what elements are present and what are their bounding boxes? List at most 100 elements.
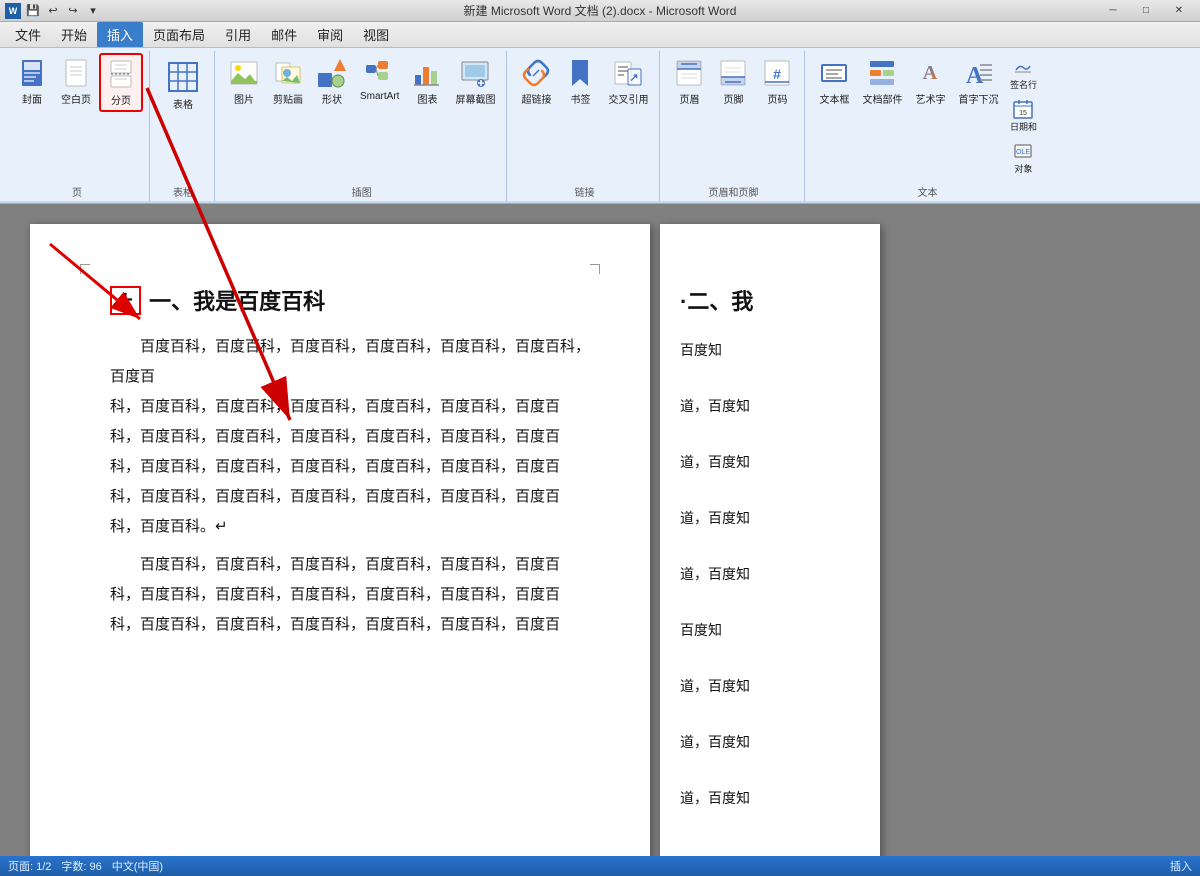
object-btn[interactable]: OLE 对象 bbox=[1005, 137, 1041, 178]
pagebreak-icon bbox=[105, 58, 137, 90]
chart-btn[interactable]: 图表 bbox=[406, 53, 448, 110]
object-label: 对象 bbox=[1014, 162, 1032, 175]
text-group-label: 文本 bbox=[813, 181, 1041, 199]
crossref-label: 交叉引用 bbox=[608, 91, 648, 106]
pagenumber-btn[interactable]: # 页码 bbox=[756, 53, 798, 110]
hyperlink-icon bbox=[520, 57, 552, 89]
signature-label: 签名行 bbox=[1010, 78, 1037, 91]
app-icon: W bbox=[5, 3, 21, 19]
page-break-btn[interactable]: 分页 bbox=[99, 53, 143, 112]
ribbon-group-headerfooter: 页眉 页脚 bbox=[662, 51, 805, 201]
close-btn[interactable]: ✕ bbox=[1163, 2, 1195, 20]
illus-group-label: 插图 bbox=[223, 181, 500, 199]
table-icon bbox=[164, 58, 202, 96]
menu-home[interactable]: 开始 bbox=[51, 22, 97, 47]
header-label: 页眉 bbox=[679, 91, 699, 106]
svg-text:A: A bbox=[923, 62, 938, 84]
cursor-cross-icon: ✛ bbox=[118, 290, 133, 311]
chart-icon bbox=[411, 57, 443, 89]
svg-text:OLE: OLE bbox=[1016, 149, 1030, 156]
customize-quick-btn[interactable]: ▾ bbox=[84, 2, 102, 20]
docparts-btn[interactable]: 文档部件 bbox=[857, 53, 907, 110]
docparts-icon bbox=[866, 57, 898, 89]
menu-bar: 文件 开始 插入 页面布局 引用 邮件 审阅 视图 bbox=[0, 22, 1200, 48]
shapes-btn[interactable]: 形状 bbox=[311, 53, 353, 110]
ribbon-group-text: 文本框 文档部件 bbox=[807, 51, 1047, 201]
crossref-icon: ↗ bbox=[612, 57, 644, 89]
undo-quick-btn[interactable]: ↩ bbox=[44, 2, 62, 20]
right-heading: ·二、我 bbox=[680, 284, 860, 316]
heading-text: 一、我是百度百科 bbox=[149, 284, 325, 316]
wordart-icon: A bbox=[914, 57, 946, 89]
table-btn[interactable]: 表格 bbox=[158, 53, 208, 116]
redo-quick-btn[interactable]: ↪ bbox=[64, 2, 82, 20]
menu-pagelayout[interactable]: 页面布局 bbox=[143, 22, 215, 47]
signature-btn[interactable]: 签名行 bbox=[1005, 53, 1041, 94]
shapes-label: 形状 bbox=[322, 91, 342, 106]
svg-text:A: A bbox=[966, 63, 984, 89]
clipart-btn[interactable]: 剪贴画 bbox=[267, 53, 309, 110]
textbox-btn[interactable]: 文本框 bbox=[813, 53, 855, 110]
right-para-1: 百度知道，百度知道，百度知道，百度知道，百度知百度知道，百度知道，百度知道，百度… bbox=[680, 336, 860, 812]
main-page: ✛ 一、我是百度百科 百度百科，百度百科，百度百科，百度百科，百度百科，百度百科… bbox=[30, 224, 650, 856]
ribbon-group-illustrations: 图片 剪贴画 bbox=[217, 51, 507, 201]
cover-page-btn[interactable]: 封面 bbox=[11, 53, 53, 110]
ribbon-content: 封面 空白页 bbox=[0, 48, 1200, 201]
wordart-label: 艺术字 bbox=[915, 91, 945, 106]
smartart-label: SmartArt bbox=[360, 91, 399, 102]
word-count: 字数: 96 bbox=[61, 858, 101, 874]
picture-label: 图片 bbox=[234, 91, 254, 106]
ribbon: 封面 空白页 bbox=[0, 48, 1200, 204]
edit-mode: 插入 bbox=[1170, 858, 1192, 874]
cover-page-label: 封面 bbox=[22, 91, 42, 106]
page-container[interactable]: ✛ 一、我是百度百科 百度百科，百度百科，百度百科，百度百科，百度百科，百度百科… bbox=[0, 204, 1200, 856]
bookmark-btn[interactable]: 书签 bbox=[559, 53, 601, 110]
doc-paragraph-1[interactable]: 百度百科，百度百科，百度百科，百度百科，百度百科，百度百科，百度百科，百度百科，… bbox=[110, 332, 590, 542]
page-group-label: 页 bbox=[11, 181, 143, 199]
smartart-btn[interactable]: SmartArt bbox=[355, 53, 404, 106]
date-icon: 15 bbox=[1012, 98, 1034, 120]
page-group-content: 封面 空白页 bbox=[11, 53, 143, 178]
date-btn[interactable]: 15 日期和 bbox=[1005, 95, 1041, 136]
menu-references[interactable]: 引用 bbox=[215, 22, 261, 47]
crossref-btn[interactable]: ↗ 交叉引用 bbox=[603, 53, 653, 110]
dropcap-icon: A bbox=[962, 57, 994, 89]
svg-text:↗: ↗ bbox=[630, 72, 639, 84]
menu-mailings[interactable]: 邮件 bbox=[261, 22, 307, 47]
footer-btn[interactable]: 页脚 bbox=[712, 53, 754, 110]
pagenumber-icon: # bbox=[761, 57, 793, 89]
right-text-buttons: 签名行 15 日期和 bbox=[1005, 53, 1041, 178]
corner-tr bbox=[590, 264, 600, 274]
maximize-btn[interactable]: □ bbox=[1130, 2, 1162, 20]
title-bar: W 💾 ↩ ↪ ▾ 新建 Microsoft Word 文档 (2).docx … bbox=[0, 0, 1200, 22]
doc-paragraph-2[interactable]: 百度百科，百度百科，百度百科，百度百科，百度百科，百度百科，百度百科，百度百科，… bbox=[110, 550, 590, 640]
dropcap-btn[interactable]: A 首字下沉 bbox=[953, 53, 1003, 110]
blank-page-btn[interactable]: 空白页 bbox=[55, 53, 97, 110]
wordart-btn[interactable]: A 艺术字 bbox=[909, 53, 951, 110]
screenshot-btn[interactable]: 屏幕截图 bbox=[450, 53, 500, 110]
hyperlink-btn[interactable]: 超链接 bbox=[515, 53, 557, 110]
language: 中文(中国) bbox=[112, 858, 163, 874]
header-icon bbox=[673, 57, 705, 89]
chart-label: 图表 bbox=[417, 91, 437, 106]
right-page: ·二、我 百度知道，百度知道，百度知道，百度知道，百度知百度知道，百度知道，百度… bbox=[660, 224, 880, 856]
minimize-btn[interactable]: ─ bbox=[1097, 2, 1129, 20]
links-group-label: 链接 bbox=[515, 181, 653, 199]
smartart-icon bbox=[364, 57, 396, 89]
save-quick-btn[interactable]: 💾 bbox=[24, 2, 42, 20]
title-bar-left: W 💾 ↩ ↪ ▾ bbox=[5, 2, 102, 20]
clip-icon bbox=[272, 57, 304, 89]
menu-insert[interactable]: 插入 bbox=[97, 22, 143, 47]
menu-view[interactable]: 视图 bbox=[353, 22, 399, 47]
bookmark-icon bbox=[564, 57, 596, 89]
quick-access-toolbar: 💾 ↩ ↪ ▾ bbox=[24, 2, 102, 20]
menu-review[interactable]: 审阅 bbox=[307, 22, 353, 47]
header-btn[interactable]: 页眉 bbox=[668, 53, 710, 110]
menu-file[interactable]: 文件 bbox=[5, 22, 51, 47]
textbox-label: 文本框 bbox=[819, 91, 849, 106]
blank-icon bbox=[60, 57, 92, 89]
picture-btn[interactable]: 图片 bbox=[223, 53, 265, 110]
table-label: 表格 bbox=[173, 96, 193, 111]
ribbon-group-page: 封面 空白页 bbox=[5, 51, 150, 201]
table-group-label: 表格 bbox=[158, 181, 208, 199]
